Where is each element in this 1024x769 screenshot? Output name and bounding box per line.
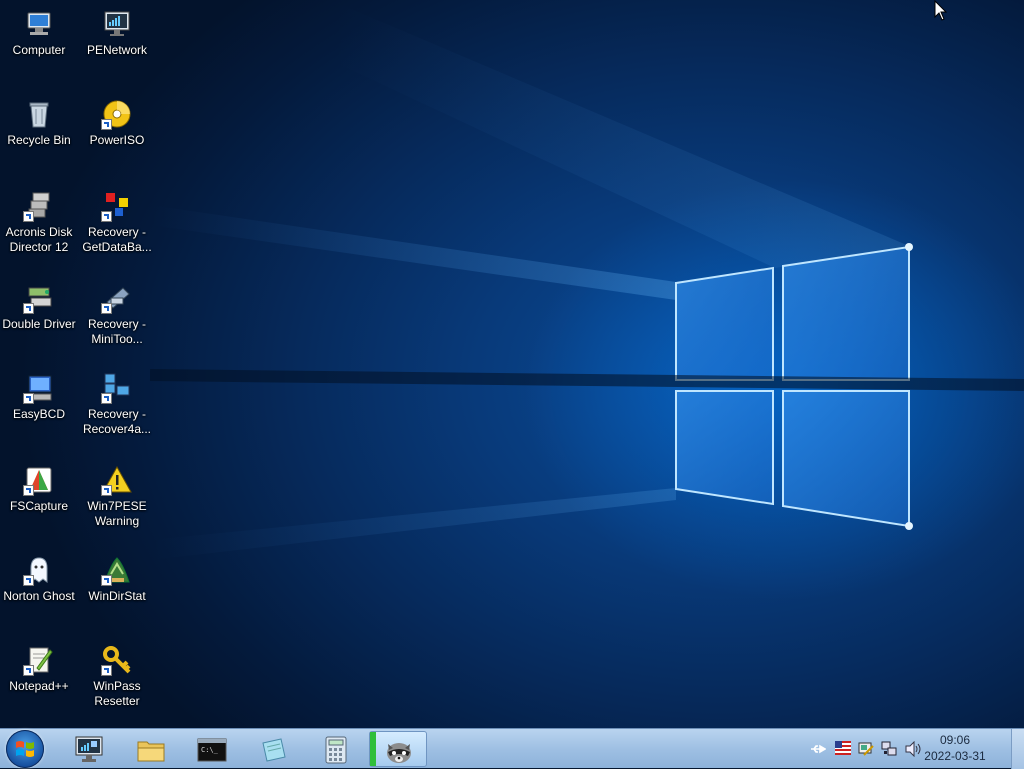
- network-icon: [101, 8, 133, 40]
- taskbar: C:\_ 09:06 2022-03-31: [0, 728, 1024, 769]
- easybcd-icon: [23, 372, 55, 404]
- taskbar-raccoon-app-button[interactable]: [369, 731, 427, 767]
- taskbar-file-explorer-button[interactable]: [122, 731, 180, 767]
- system-clock[interactable]: 09:06 2022-03-31: [920, 732, 990, 764]
- taskbar-network-monitor-button[interactable]: [60, 731, 118, 767]
- raccoon-app-icon: [387, 743, 411, 763]
- desktop-icon-acronis[interactable]: Acronis Disk Director 12: [0, 190, 79, 255]
- usb-icon[interactable]: [810, 741, 826, 757]
- desktop-icon-norton-ghost[interactable]: Norton Ghost: [0, 554, 79, 604]
- taskbar-notepad-button[interactable]: [245, 731, 303, 767]
- network-tray-icon[interactable]: [881, 741, 897, 757]
- desktop-icon-recycle-bin[interactable]: Recycle Bin: [0, 98, 79, 148]
- notepad-plus-plus-icon: [23, 644, 55, 676]
- windows-logo-icon: [16, 741, 34, 757]
- getdataback-icon: [101, 190, 133, 222]
- double-driver-icon: [23, 282, 55, 314]
- desktop-icon-poweriso[interactable]: PowerISO: [77, 98, 157, 148]
- svg-text:C:\_: C:\_: [201, 746, 219, 754]
- taskbar-command-prompt-button[interactable]: C:\_: [183, 731, 241, 767]
- active-indicator: [370, 732, 376, 766]
- computer-icon: [23, 8, 55, 40]
- desktop-icon-win7pese-warning[interactable]: Win7PESE Warning: [77, 464, 157, 529]
- taskbar-calculator-button[interactable]: [307, 731, 365, 767]
- desktop-icon-recover4all[interactable]: Recovery - Recover4a...: [77, 372, 157, 437]
- norton-ghost-icon: [23, 554, 55, 586]
- minitool-icon: [101, 282, 133, 314]
- clock-date: 2022-03-31: [924, 749, 986, 763]
- folder-icon: [137, 741, 165, 762]
- notepad-icon: [262, 738, 286, 762]
- poweriso-icon: [101, 98, 133, 130]
- us-flag-icon[interactable]: [835, 741, 851, 755]
- tray-tool-icon[interactable]: [858, 741, 874, 757]
- warning-icon: [101, 464, 133, 496]
- start-button[interactable]: [6, 730, 44, 768]
- calculator-icon: [325, 736, 347, 764]
- desktop[interactable]: Computer Recycle Bin Acronis Disk Direct…: [0, 0, 1024, 728]
- desktop-icon-easybcd[interactable]: EasyBCD: [0, 372, 79, 422]
- recover4all-icon: [101, 372, 133, 404]
- winpass-key-icon: [101, 644, 133, 676]
- command-prompt-icon: C:\_: [197, 738, 227, 762]
- show-desktop-button[interactable]: [1011, 729, 1024, 769]
- desktop-icon-windirstat[interactable]: WinDirStat: [77, 554, 157, 604]
- network-monitor-icon: [75, 736, 103, 762]
- desktop-icon-notepad-plus-plus[interactable]: Notepad++: [0, 644, 79, 694]
- clock-time: 09:06: [939, 733, 971, 747]
- desktop-icon-minitool[interactable]: Recovery - MiniToo...: [77, 282, 157, 347]
- desktop-icon-fscapture[interactable]: FSCapture: [0, 464, 79, 514]
- desktop-icon-double-driver[interactable]: Double Driver: [0, 282, 79, 332]
- windirstat-icon: [101, 554, 133, 586]
- desktop-icon-winpass-resetter[interactable]: WinPass Resetter: [77, 644, 157, 709]
- fscapture-icon: [23, 464, 55, 496]
- desktop-icon-getdataback[interactable]: Recovery - GetDataBa...: [77, 190, 157, 255]
- desktop-icon-computer[interactable]: Computer: [0, 8, 79, 58]
- acronis-icon: [23, 190, 55, 222]
- mouse-cursor-icon: [934, 0, 948, 21]
- recycle-bin-icon: [23, 98, 55, 130]
- desktop-icon-penetwork[interactable]: PENetwork: [77, 8, 157, 58]
